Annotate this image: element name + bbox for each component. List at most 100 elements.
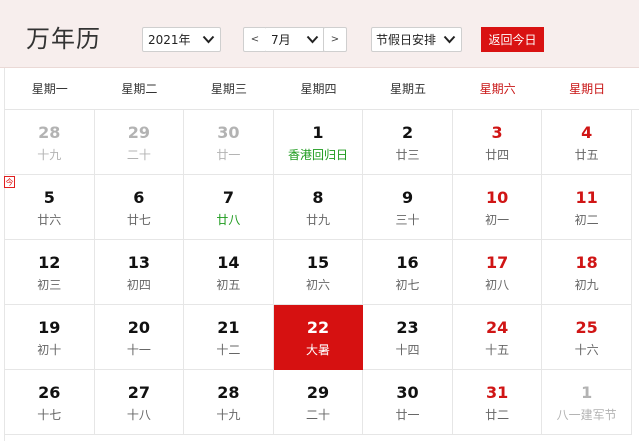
weekday-label: 星期五 [390, 82, 427, 96]
day-cell[interactable]: 12 初三 [5, 240, 95, 305]
back-to-today-button[interactable]: 返回今日 [481, 27, 544, 52]
day-cell[interactable]: 29 二十 [94, 110, 185, 175]
day-number: 28 [217, 383, 240, 402]
day-lunar-label: 十八 [126, 408, 151, 422]
day-lunar-label: 十四 [395, 343, 420, 357]
day-lunar-label: 初八 [485, 278, 510, 292]
day-cell[interactable]: 21 十二 [184, 305, 274, 370]
day-lunar-label: 廿二 [485, 408, 510, 422]
day-cell[interactable]: 26 十七 [5, 370, 95, 435]
day-lunar-label: 廿五 [574, 148, 599, 162]
day-number: 17 [485, 253, 509, 272]
holiday-select[interactable]: 节假日安排 [371, 27, 462, 52]
year-select-value: 2021年 [148, 33, 191, 47]
day-cell[interactable]: 15 初六 [273, 240, 364, 305]
day-lunar-label: 初五 [216, 278, 241, 292]
day-lunar-label: 初六 [305, 278, 330, 292]
day-number: 10 [485, 188, 509, 207]
day-number: 14 [217, 253, 240, 272]
day-cell[interactable]: 4 廿五 [542, 110, 632, 175]
day-cell[interactable]: 11 初二 [542, 175, 632, 240]
weekday-label: 星期四 [300, 82, 337, 96]
day-cell[interactable]: 30 廿一 [184, 110, 274, 175]
day-number: 30 [396, 383, 419, 402]
day-number: 1 [581, 383, 593, 402]
day-number: 5 [43, 188, 55, 207]
day-number: 25 [575, 318, 598, 337]
day-lunar-label: 十七 [37, 408, 62, 422]
next-month-button[interactable]: > [323, 27, 347, 52]
day-number: 12 [38, 253, 61, 272]
day-cell[interactable]: 31 廿二 [452, 370, 543, 435]
day-holiday-label: 廿八 [216, 213, 241, 227]
day-lunar-label: 初四 [126, 278, 151, 292]
day-cell[interactable]: 17 初八 [452, 240, 543, 305]
day-number: 8 [312, 188, 324, 207]
day-cell[interactable]: 28 十九 [5, 110, 95, 175]
weekday-label-saturday: 星期六 [479, 82, 516, 96]
day-cell[interactable]: 19 初十 [5, 305, 95, 370]
day-lunar-label: 十九 [37, 148, 62, 162]
day-number: 28 [38, 123, 61, 142]
day-cell[interactable]: 10 初一 [452, 175, 543, 240]
day-cell[interactable]: 20 十一 [94, 305, 185, 370]
day-lunar-label: 廿四 [485, 148, 510, 162]
day-lunar-label: 二十 [305, 408, 330, 422]
day-holiday-label: 香港回归日 [287, 148, 348, 162]
day-cell[interactable]: 5 廿六 [5, 175, 95, 240]
calendar-toolbar: 万年历 2021年 < 7月 > 节假日安排 返回今日 [0, 0, 639, 68]
day-cell[interactable]: 2 廿三 [363, 110, 453, 175]
day-cell[interactable]: 13 初四 [94, 240, 185, 305]
day-lunar-label: 十九 [216, 408, 241, 422]
day-cell[interactable]: 8 廿九 [273, 175, 364, 240]
day-cell[interactable]: 14 初五 [184, 240, 274, 305]
weekday-label: 星期二 [121, 82, 158, 96]
day-number: 7 [222, 188, 234, 207]
day-holiday-label: 八一建军节 [556, 408, 617, 422]
weekday-label: 星期一 [31, 82, 68, 96]
day-cell[interactable]: 1 八一建军节 [542, 370, 632, 435]
day-number: 3 [491, 123, 503, 142]
day-lunar-label: 十一 [126, 343, 151, 357]
day-cell[interactable]: 28 十九 [184, 370, 274, 435]
day-number: 24 [485, 318, 509, 337]
day-lunar-label: 二十 [126, 148, 151, 162]
day-number: 27 [127, 383, 150, 402]
day-number: 26 [38, 383, 61, 402]
day-cell[interactable]: 6 廿七 [94, 175, 185, 240]
day-lunar-label: 三十 [395, 213, 420, 227]
day-cell[interactable]: 25 十六 [542, 305, 632, 370]
day-cell[interactable]: 30 廿一 [363, 370, 453, 435]
day-cell[interactable]: 9 三十 [363, 175, 453, 240]
month-select[interactable]: 7月 [266, 27, 324, 52]
day-number: 23 [396, 318, 419, 337]
day-grid: 28 十九 29 二十 30 廿一 1 香港回归日 2 廿三 3 廿四 4 廿五 5 廿六 6 廿七 7 廿八 8 廿九 9… [5, 110, 639, 441]
day-lunar-label: 初七 [395, 278, 420, 292]
day-number: 20 [127, 318, 150, 337]
day-number: 11 [575, 188, 598, 207]
day-cell[interactable]: 7 廿八 [184, 175, 274, 240]
day-cell[interactable]: 16 初七 [363, 240, 453, 305]
day-cell[interactable]: 23 十四 [363, 305, 453, 370]
day-lunar-label: 初九 [574, 278, 599, 292]
day-cell[interactable]: 3 廿四 [452, 110, 543, 175]
day-cell[interactable]: 27 十八 [94, 370, 185, 435]
day-lunar-label: 廿六 [37, 213, 62, 227]
month-select-value: 7月 [271, 33, 291, 47]
day-number: 9 [401, 188, 414, 207]
day-cell[interactable]: 18 初九 [542, 240, 632, 305]
day-cell[interactable]: 24 十五 [452, 305, 543, 370]
day-number: 19 [38, 318, 61, 337]
chevron-down-icon [200, 33, 216, 47]
day-cell-selected[interactable]: 22 大暑 [273, 305, 364, 370]
day-cell[interactable]: 29 二十 [273, 370, 364, 435]
day-lunar-label: 廿一 [395, 408, 420, 422]
day-cell[interactable]: 1 香港回归日 [273, 110, 364, 175]
prev-month-button[interactable]: < [243, 27, 267, 52]
weekday-header: 星期一 星期二 星期三 星期四 星期五 星期六 星期日 [5, 68, 639, 110]
day-lunar-label: 初二 [574, 213, 599, 227]
day-lunar-label: 十六 [574, 343, 599, 357]
chevron-down-icon [304, 33, 320, 47]
year-select[interactable]: 2021年 [142, 27, 221, 52]
day-lunar-label: 初三 [37, 278, 62, 292]
